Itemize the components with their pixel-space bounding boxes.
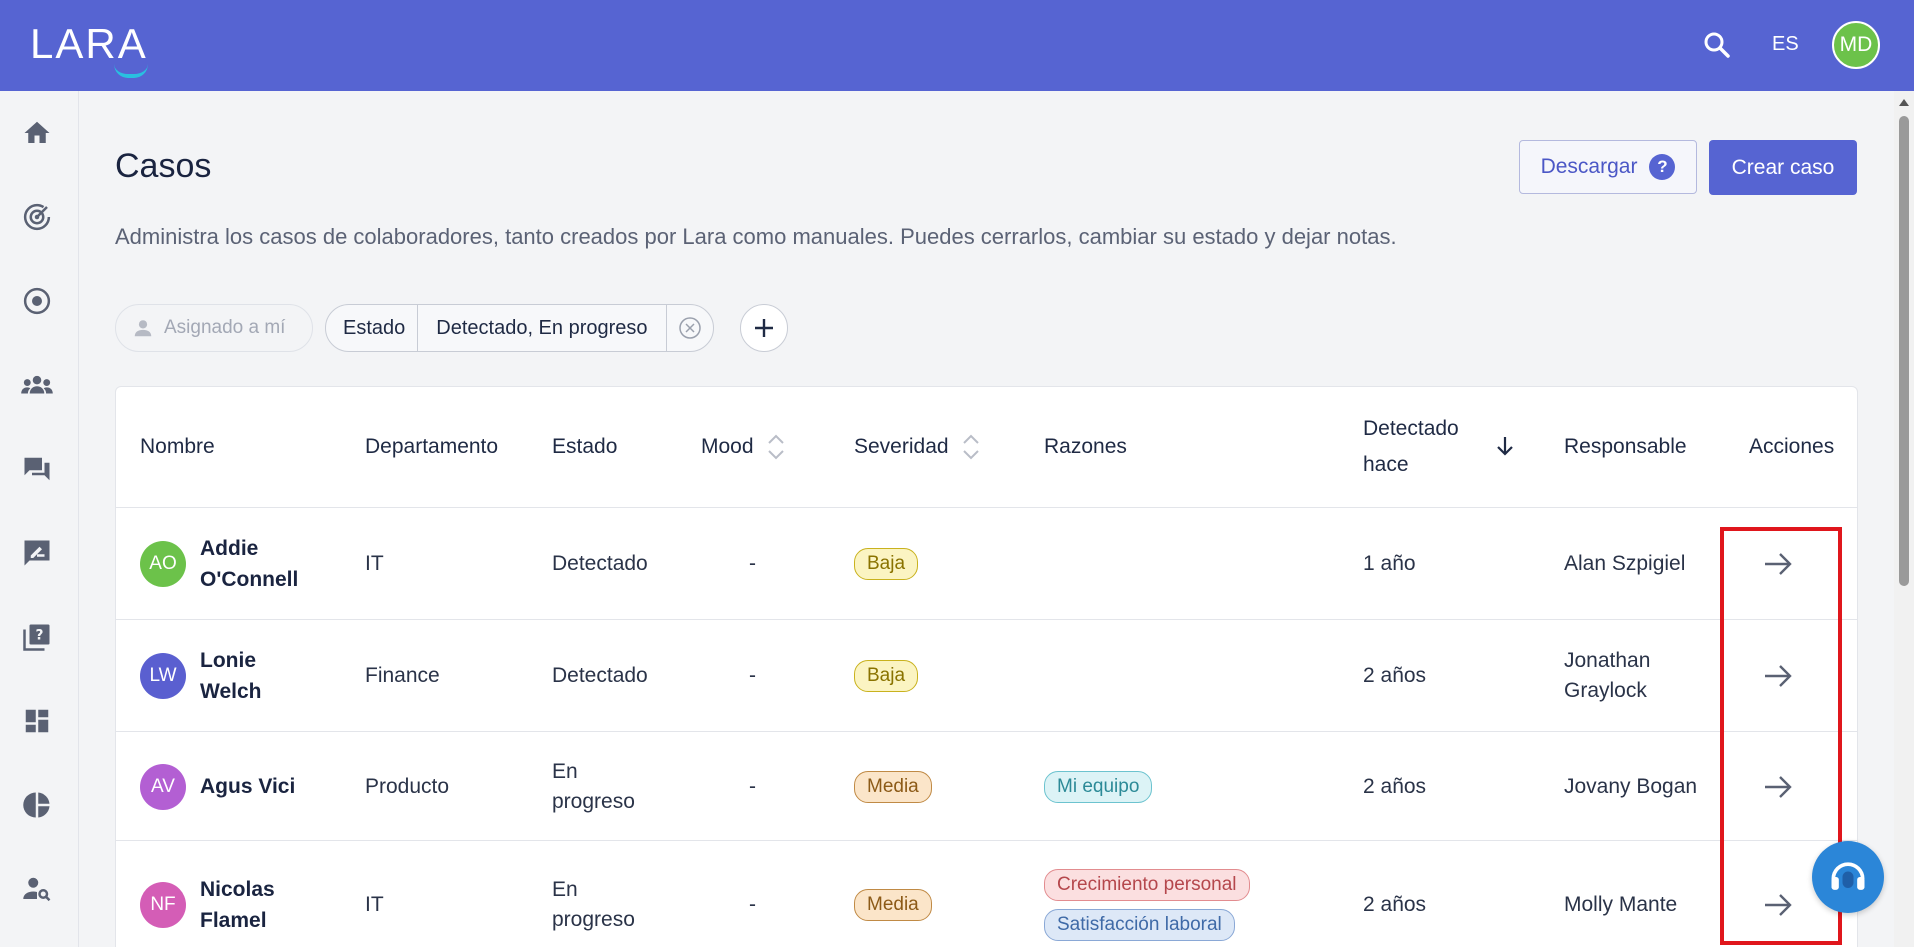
clear-filter-icon[interactable] [667, 305, 713, 351]
status: En progreso [552, 759, 635, 813]
col-detectado[interactable]: Detectado hace [1363, 387, 1517, 507]
open-case-arrow-icon[interactable] [1761, 508, 1795, 620]
detected-ago: 2 años [1363, 664, 1427, 687]
responsible: Molly Mante [1564, 893, 1678, 916]
detected-ago: 2 años [1363, 893, 1427, 916]
reason-badge: Mi equipo [1044, 770, 1153, 803]
page-title: Casos [115, 147, 212, 185]
status: Detectado [552, 664, 648, 687]
col-departamento: Departamento [365, 435, 499, 458]
col-responsable: Responsable [1564, 435, 1687, 458]
scroll-thumb[interactable] [1899, 116, 1909, 586]
user-search-icon[interactable] [17, 869, 57, 909]
severity-badge: Media [854, 770, 932, 803]
table-row[interactable]: AO Addie O'Connell IT Detectado - Baja 1 … [116, 508, 1857, 620]
col-mood[interactable]: Mood [701, 387, 786, 507]
open-case-arrow-icon[interactable] [1761, 841, 1795, 947]
responsible: Alan Szpigiel [1564, 552, 1686, 575]
department: Finance [365, 664, 440, 687]
chat-icon[interactable] [17, 449, 57, 489]
search-icon[interactable] [1700, 28, 1736, 64]
employee-name[interactable]: Lonie Welch [200, 645, 261, 707]
mood: - [749, 774, 756, 798]
mood: - [749, 893, 756, 916]
employee-name[interactable]: Agus Vici [200, 771, 295, 802]
open-case-arrow-icon[interactable] [1761, 620, 1795, 732]
scrollbar[interactable] [1894, 91, 1914, 947]
detected-ago: 1 año [1363, 552, 1416, 575]
severity-badge: Baja [854, 548, 919, 580]
sort-icon[interactable] [766, 432, 786, 462]
main-content: Casos Administra los casos de colaborado… [79, 91, 1894, 947]
table-row[interactable]: LW Lonie Welch Finance Detectado - Baja 2… [116, 620, 1857, 732]
mood: - [749, 664, 756, 687]
open-case-arrow-icon[interactable] [1761, 732, 1795, 841]
employee-name[interactable]: Nicolas Flamel [200, 874, 275, 936]
user-avatar[interactable]: MD [1832, 21, 1880, 69]
add-filter-button[interactable] [740, 304, 788, 352]
responsible: Jovany Bogan [1564, 774, 1698, 798]
table-row[interactable]: AV Agus Vici Producto En progreso - Media… [116, 732, 1857, 841]
sort-icon[interactable] [961, 432, 981, 462]
reason-badge: Satisfacción laboral [1044, 909, 1235, 941]
employee-name[interactable]: Addie O'Connell [200, 533, 298, 595]
team-icon[interactable] [17, 365, 57, 405]
table-row[interactable]: NF Nicolas Flamel IT En progreso - Media C… [116, 841, 1857, 947]
state-filter-key: Estado [326, 305, 419, 351]
help-book-icon[interactable]: ? [17, 617, 57, 657]
assigned-to-me-filter[interactable]: Asignado a mí [115, 304, 313, 352]
help-icon[interactable]: ? [1649, 154, 1676, 180]
department: Producto [365, 774, 450, 798]
cases-table: Nombre Departamento Estado Mood Severida… [115, 386, 1858, 947]
lara-logo[interactable]: LARA [30, 20, 148, 78]
support-headset-icon[interactable] [1812, 841, 1884, 913]
language-selector[interactable]: ES [1772, 33, 1799, 56]
sidebar: ? [0, 91, 79, 947]
person-icon [134, 320, 152, 337]
col-estado: Estado [552, 435, 618, 458]
department: IT [365, 893, 384, 916]
col-acciones: Acciones [1749, 435, 1835, 458]
plus-icon [755, 319, 773, 337]
dashboard-icon[interactable] [17, 701, 57, 741]
pie-chart-icon[interactable] [17, 785, 57, 825]
col-razones: Razones [1044, 435, 1127, 458]
radar-icon[interactable] [17, 197, 57, 237]
status: En progreso [552, 878, 635, 931]
avatar: AO [140, 541, 186, 587]
survey-icon[interactable] [17, 533, 57, 573]
target-icon[interactable] [17, 281, 57, 321]
home-icon[interactable] [17, 113, 57, 153]
department: IT [365, 552, 384, 575]
download-label: Descargar [1540, 155, 1638, 178]
page-subtitle: Administra los casos de colaboradores, t… [115, 224, 1397, 249]
avatar: LW [140, 653, 186, 699]
svg-text:?: ? [36, 628, 44, 644]
download-button[interactable]: Descargar ? [1519, 140, 1697, 194]
col-severidad[interactable]: Severidad [854, 387, 981, 507]
avatar: AV [140, 763, 186, 810]
responsible: Jonathan Graylock [1564, 649, 1651, 702]
create-case-button[interactable]: Crear caso [1709, 140, 1857, 195]
col-nombre: Nombre [140, 435, 215, 458]
arrow-down-icon[interactable] [1493, 434, 1517, 458]
reason-badge: Crecimiento personal [1044, 869, 1250, 901]
state-filter-chip[interactable]: Estado Detectado, En progreso [325, 304, 714, 352]
severity-badge: Media [854, 889, 932, 921]
status: Detectado [552, 552, 648, 575]
mood: - [749, 552, 756, 575]
detected-ago: 2 años [1363, 774, 1427, 798]
top-bar: LARA ES MD [0, 0, 1914, 91]
avatar: NF [140, 882, 186, 928]
state-filter-value[interactable]: Detectado, En progreso [418, 305, 667, 351]
severity-badge: Baja [854, 660, 919, 692]
